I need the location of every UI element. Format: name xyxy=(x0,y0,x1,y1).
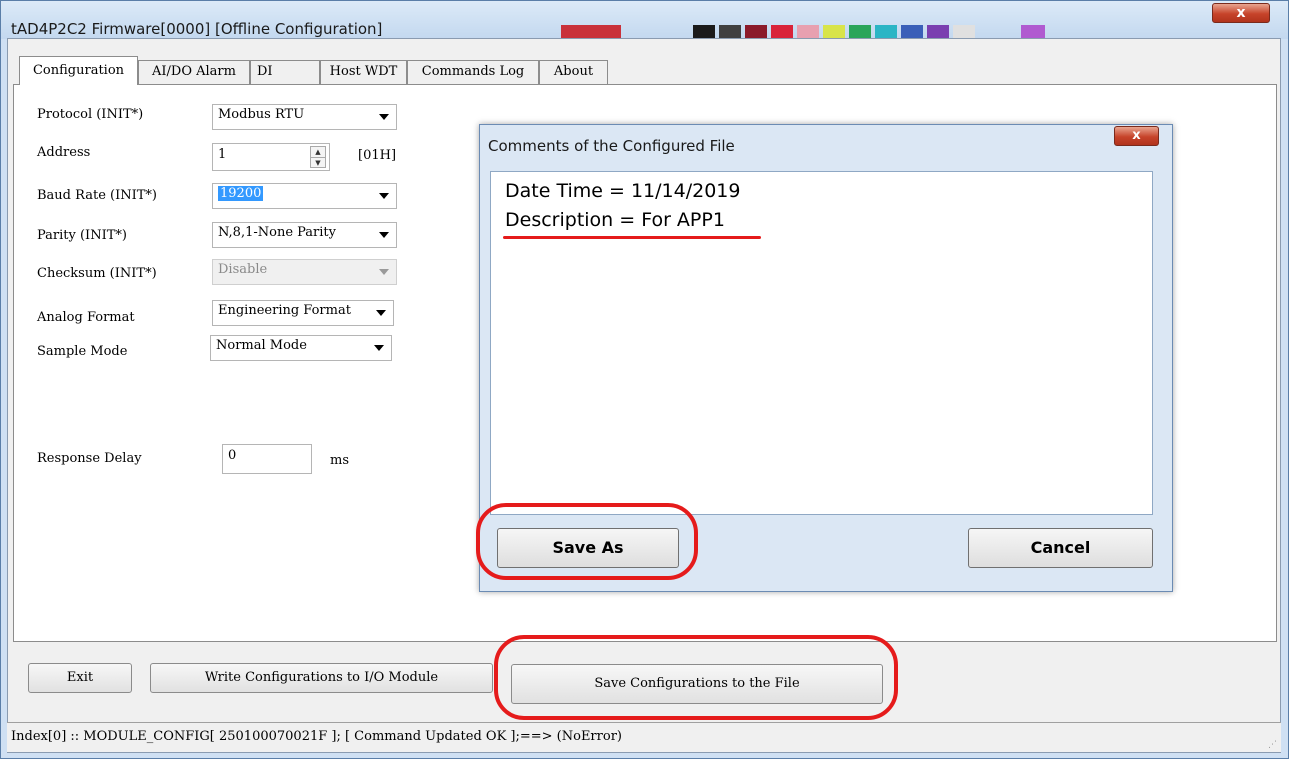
decor-swatch xyxy=(875,25,897,38)
tab-about[interactable]: About xyxy=(539,60,608,84)
address-hex: [01H] xyxy=(358,148,397,163)
dialog-close-button[interactable]: x xyxy=(1114,126,1159,146)
chevron-down-icon xyxy=(374,345,384,351)
sample-mode-value: Normal Mode xyxy=(216,338,307,353)
decor-swatch xyxy=(797,25,819,38)
parity-value: N,8,1-None Parity xyxy=(218,225,336,240)
response-delay-label: Response Delay xyxy=(37,451,142,466)
response-delay-field[interactable]: 0 xyxy=(222,444,312,474)
decor-swatch xyxy=(771,25,793,38)
chevron-down-icon xyxy=(379,114,389,120)
save-as-highlight-annotation xyxy=(476,503,698,580)
tab-commands-log[interactable]: Commands Log xyxy=(407,60,539,84)
chevron-down-icon xyxy=(376,310,386,316)
baud-rate-value: 19200 xyxy=(218,186,264,201)
response-delay-unit: ms xyxy=(330,453,349,468)
checksum-select[interactable]: Disable xyxy=(212,259,397,285)
window-title: tAD4P2C2 Firmware[0000] [Offline Configu… xyxy=(11,20,383,38)
sample-mode-label: Sample Mode xyxy=(37,344,128,359)
decor-swatch xyxy=(745,25,767,38)
protocol-label: Protocol (INIT*) xyxy=(37,107,144,122)
chevron-down-icon xyxy=(379,269,389,275)
window-close-button[interactable]: x xyxy=(1212,3,1270,23)
address-value: 1 xyxy=(218,147,227,162)
cancel-button[interactable]: Cancel xyxy=(968,528,1153,568)
tab-host-wdt[interactable]: Host WDT xyxy=(320,60,407,84)
tab-ai-do-alarm[interactable]: AI/DO Alarm xyxy=(138,60,250,84)
decor-swatch xyxy=(1021,25,1045,38)
parity-label: Parity (INIT*) xyxy=(37,228,127,243)
comments-textarea[interactable]: Date Time = 11/14/2019 Description = For… xyxy=(490,171,1153,515)
comment-line-datetime: Date Time = 11/14/2019 xyxy=(505,180,741,202)
response-delay-value: 0 xyxy=(228,448,237,463)
analog-format-label: Analog Format xyxy=(37,310,135,325)
comment-line-description: Description = For APP1 xyxy=(505,209,725,231)
spin-up-icon[interactable]: ▲ xyxy=(311,147,325,158)
tab-di[interactable]: DI xyxy=(250,60,320,84)
decor-swatch xyxy=(953,25,975,38)
checksum-label: Checksum (INIT*) xyxy=(37,266,157,281)
parity-select[interactable]: N,8,1-None Parity xyxy=(212,222,397,248)
baud-rate-select[interactable]: 19200 xyxy=(212,183,397,209)
write-configurations-button[interactable]: Write Configurations to I/O Module xyxy=(150,663,493,693)
spin-down-icon[interactable]: ▼ xyxy=(311,158,325,168)
address-spinner[interactable]: ▲ ▼ xyxy=(310,146,326,168)
exit-button[interactable]: Exit xyxy=(28,663,132,693)
decor-swatch xyxy=(927,25,949,38)
baud-rate-label: Baud Rate (INIT*) xyxy=(37,188,157,203)
decor-swatch xyxy=(849,25,871,38)
dialog-title: Comments of the Configured File xyxy=(488,137,735,155)
decor-swatch xyxy=(823,25,845,38)
chevron-down-icon xyxy=(379,232,389,238)
analog-format-value: Engineering Format xyxy=(218,303,351,318)
sample-mode-select[interactable]: Normal Mode xyxy=(210,335,392,361)
save-config-highlight-annotation xyxy=(494,635,898,720)
address-label: Address xyxy=(37,145,91,160)
status-bar: Index[0] :: MODULE_CONFIG[ 250100070021F… xyxy=(7,722,1281,752)
red-underline-annotation xyxy=(503,236,761,239)
tab-configuration[interactable]: Configuration xyxy=(19,56,138,85)
decor-swatch xyxy=(719,25,741,38)
decor-swatch xyxy=(561,25,621,38)
decor-swatch xyxy=(901,25,923,38)
chevron-down-icon xyxy=(379,193,389,199)
analog-format-select[interactable]: Engineering Format xyxy=(212,300,394,326)
decor-swatch xyxy=(693,25,715,38)
protocol-select[interactable]: Modbus RTU xyxy=(212,104,397,130)
protocol-value: Modbus RTU xyxy=(218,107,305,122)
resize-grip-icon[interactable]: ⋰ xyxy=(1268,740,1277,750)
checksum-value: Disable xyxy=(218,262,268,277)
